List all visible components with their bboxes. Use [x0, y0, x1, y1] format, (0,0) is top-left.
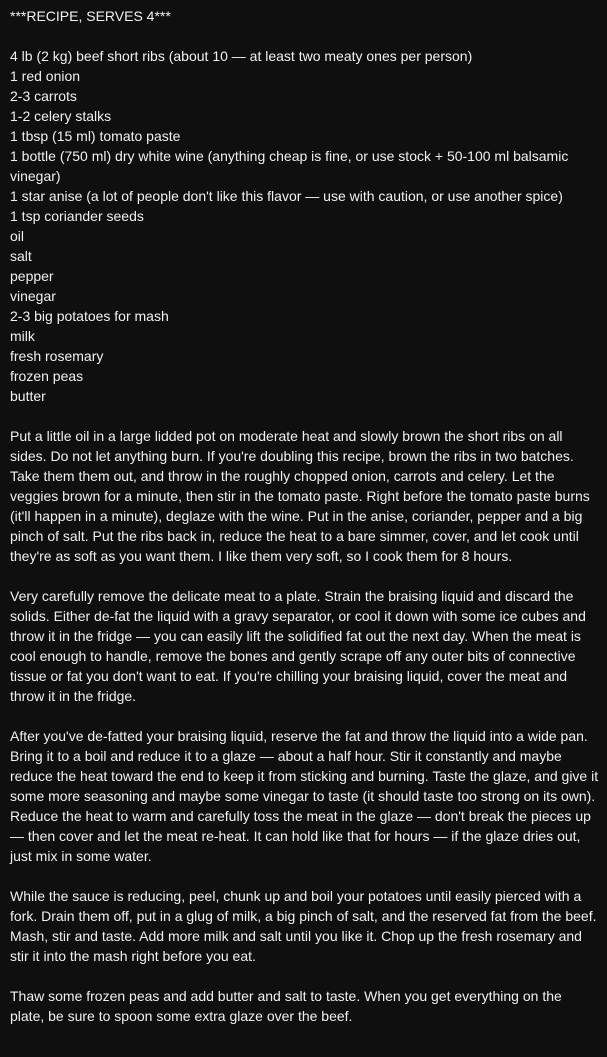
ingredient-list: 4 lb (2 kg) beef short ribs (about 10 — … — [10, 46, 599, 406]
ingredient-item: 1 tbsp (15 ml) tomato paste — [10, 128, 181, 144]
ingredient-item: 1 star anise (a lot of people don't like… — [10, 188, 563, 204]
ingredient-item: vinegar — [10, 288, 56, 304]
ingredient-item: butter — [10, 388, 46, 404]
ingredient-item: oil — [10, 228, 25, 244]
ingredient-item: pepper — [10, 268, 54, 284]
recipe-heading: ***RECIPE, SERVES 4*** — [10, 8, 171, 24]
ingredient-item: 4 lb (2 kg) beef short ribs (about 10 — … — [10, 48, 473, 64]
ingredient-item: 1-2 celery stalks — [10, 108, 112, 124]
ingredient-item: frozen peas — [10, 368, 84, 384]
ingredient-item: 2-3 big potatoes for mash — [10, 308, 169, 324]
ingredient-item: 1 bottle (750 ml) dry white wine (anythi… — [10, 148, 569, 184]
ingredient-item: fresh rosemary — [10, 348, 104, 364]
recipe-text-block: ***RECIPE, SERVES 4*** 4 lb (2 kg) beef … — [0, 0, 607, 1026]
ingredient-item: 1 red onion — [10, 68, 81, 84]
instruction-paragraph: While the sauce is reducing, peel, chunk… — [10, 888, 597, 964]
ingredient-item: 1 tsp coriander seeds — [10, 208, 144, 224]
ingredient-item: salt — [10, 248, 32, 264]
instruction-paragraph: Thaw some frozen peas and add butter and… — [10, 988, 562, 1024]
ingredient-item: milk — [10, 328, 35, 344]
instruction-paragraph: Put a little oil in a large lidded pot o… — [10, 428, 590, 564]
instruction-paragraph: After you've de-fatted your braising liq… — [10, 728, 599, 864]
instruction-paragraph: Very carefully remove the delicate meat … — [10, 588, 586, 704]
ingredient-item: 2-3 carrots — [10, 88, 77, 104]
